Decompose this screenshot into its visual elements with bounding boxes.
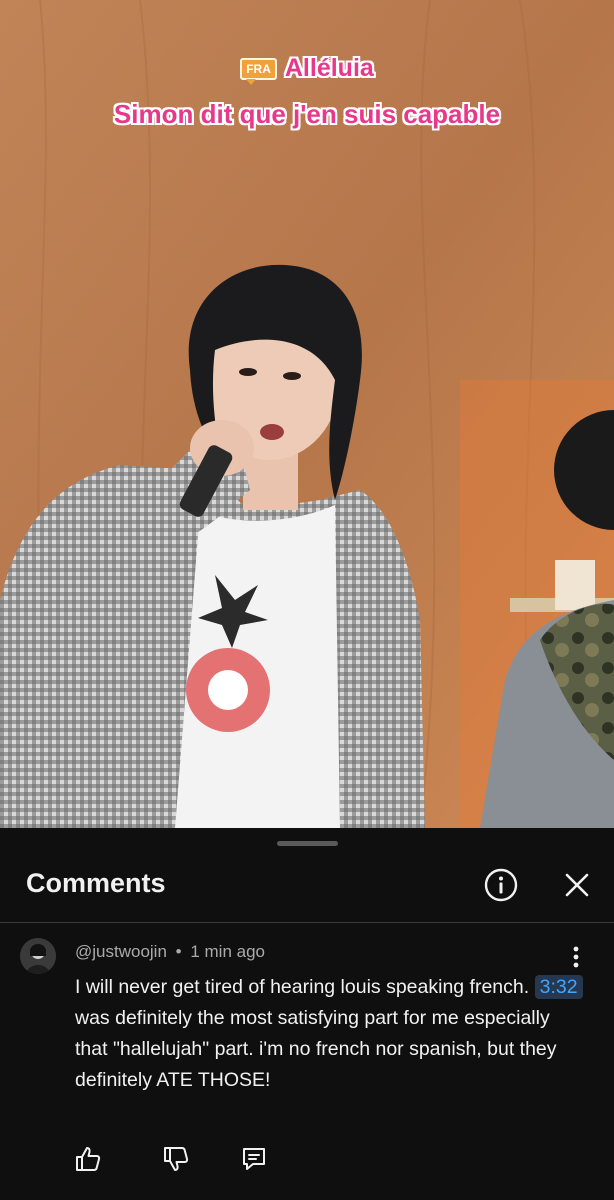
timestamp-link[interactable]: 3:32 (534, 975, 583, 999)
comment-actions (0, 1144, 614, 1184)
comment-author[interactable]: @justwoojin (75, 942, 167, 961)
dislike-button[interactable] (161, 1144, 191, 1174)
reply-icon (243, 1148, 265, 1170)
comment-text-after: was definitely the most satisfying part … (75, 1007, 557, 1091)
header-divider (0, 922, 614, 923)
subtitle-overlay: FRA Alléluia Simon dit que j'en suis cap… (0, 54, 614, 130)
thumbs-down-icon (164, 1147, 189, 1171)
info-icon (484, 868, 518, 902)
more-vertical-icon (573, 946, 579, 968)
drag-handle[interactable] (277, 841, 338, 846)
comments-sheet: Comments @justwoojin • 1 min ago I will … (0, 828, 614, 1200)
video-player[interactable]: FRA Alléluia Simon dit que j'en suis cap… (0, 0, 614, 828)
avatar[interactable] (20, 938, 56, 974)
close-button[interactable] (562, 870, 592, 900)
comment-more-button[interactable] (565, 944, 587, 970)
meta-separator: • (175, 942, 182, 961)
comments-title: Comments (26, 868, 166, 898)
comment-meta: @justwoojin • 1 min ago (75, 942, 265, 962)
reply-button[interactable] (239, 1144, 269, 1174)
caption-language-badge: FRA (240, 57, 277, 85)
caption-line: Simon dit que j'en suis capable (113, 99, 501, 129)
comment-text: I will never get tired of hearing louis … (75, 972, 585, 1096)
caption-title: Alléluia (284, 54, 374, 82)
avatar-image (20, 938, 56, 974)
like-button[interactable] (73, 1144, 103, 1174)
info-button[interactable] (484, 868, 518, 902)
comment-text-before: I will never get tired of hearing louis … (75, 976, 535, 998)
close-icon (565, 873, 589, 897)
thumbs-up-icon (76, 1147, 101, 1171)
comment-time: 1 min ago (190, 942, 265, 961)
